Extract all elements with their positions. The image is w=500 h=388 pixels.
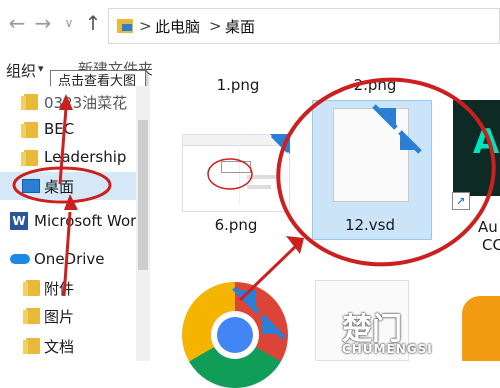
annotation-arrow-to-12vsd xyxy=(238,244,298,302)
annotation-arrow-to-tooltip xyxy=(58,107,68,185)
annotation-arrow-to-desktop xyxy=(62,211,72,297)
watermark-logo: 楚门 CHUMENGSI xyxy=(330,300,500,361)
annotation-circle-thumb xyxy=(207,158,253,190)
watermark-caption: CHUMENGSI xyxy=(342,342,433,356)
resize-arrow-icon xyxy=(372,104,422,154)
resize-arrow-icon xyxy=(232,286,286,340)
